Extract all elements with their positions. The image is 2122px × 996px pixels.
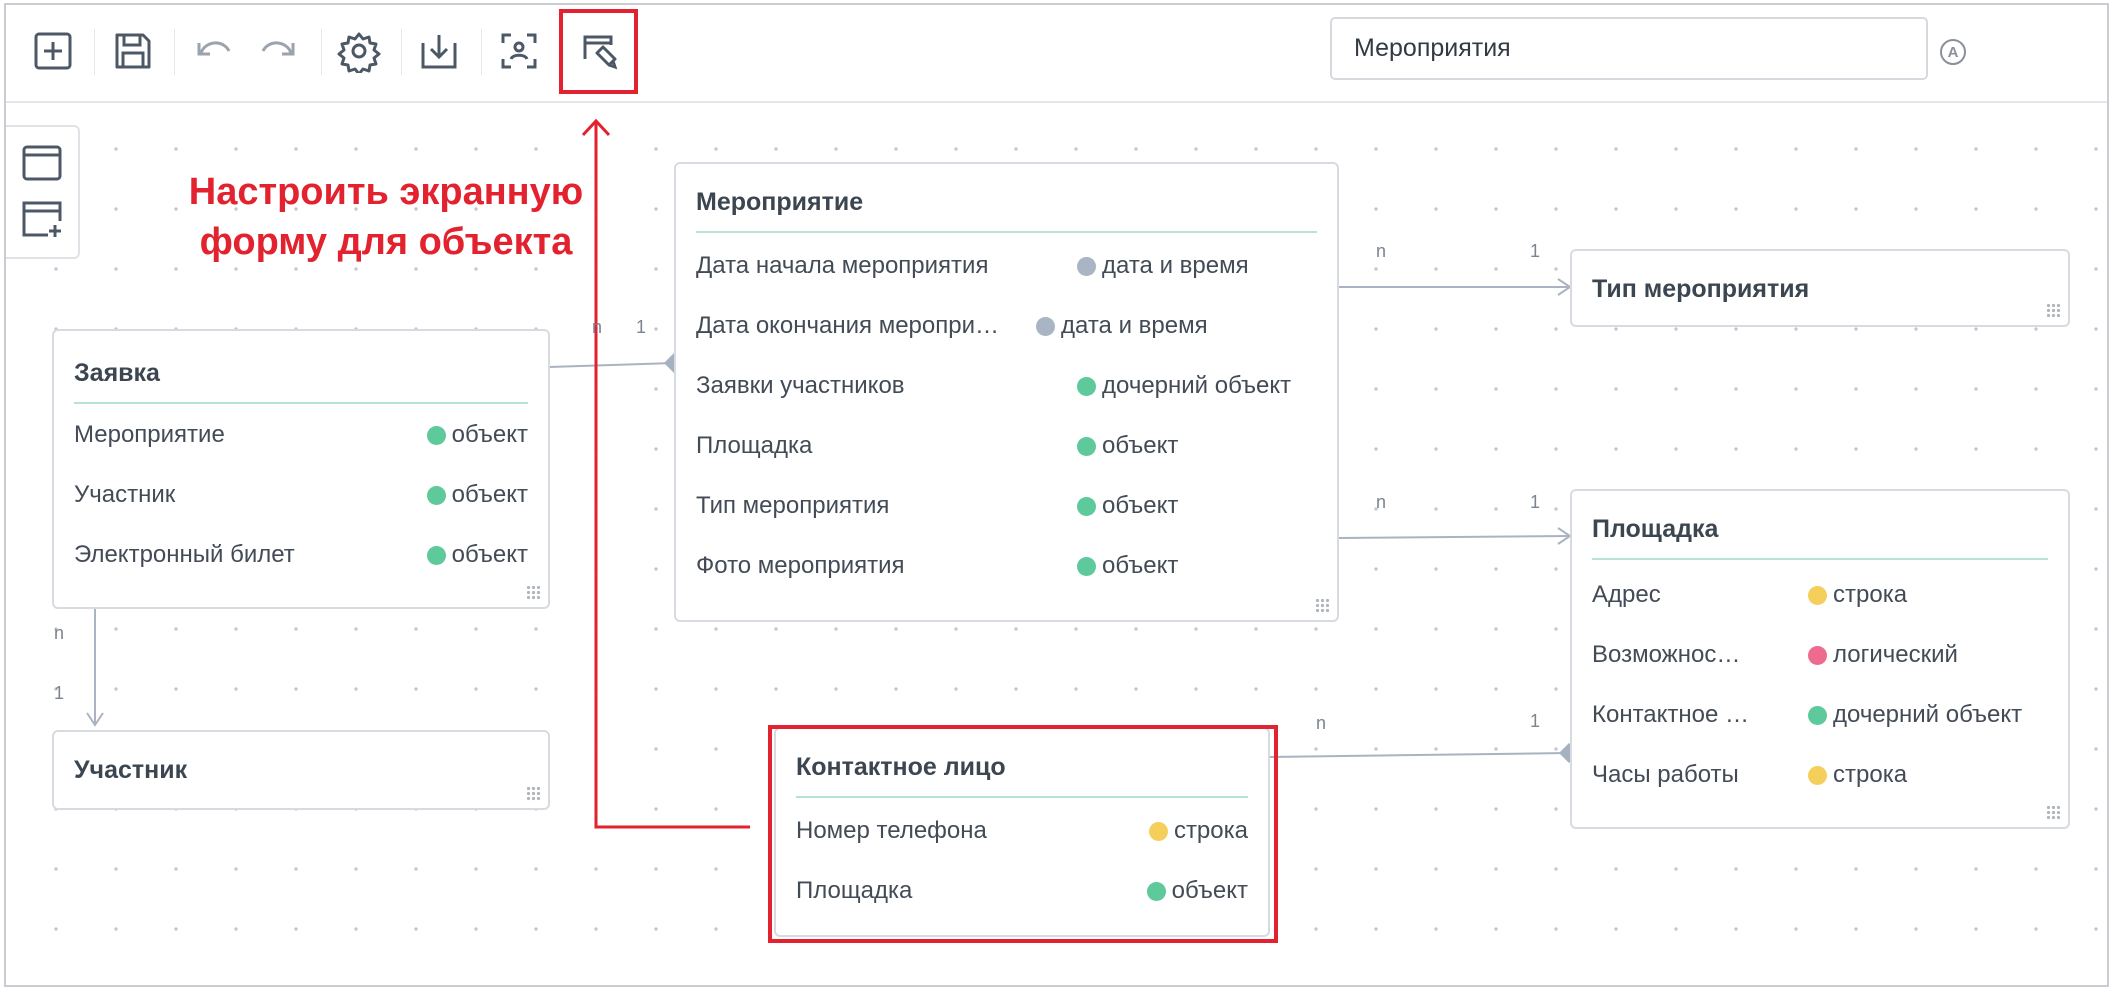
field-type: строка — [1808, 581, 2048, 609]
field-type: дочерний объект — [1808, 701, 2048, 729]
rel-zayavka-uchastnik-to: 1 — [54, 683, 65, 703]
callout-line-1: Настроить экранную — [188, 171, 584, 213]
field-name: Контактное … — [1592, 701, 1750, 728]
field-name: Часы работы — [1592, 761, 1739, 788]
type-dot — [1077, 376, 1096, 396]
type-dot — [1077, 436, 1096, 456]
field-row[interactable]: Контактное … дочерний объект — [1592, 695, 2048, 735]
field-name: Заявки участников — [696, 372, 905, 399]
field-row[interactable]: Заявки участников дочерний объект — [696, 366, 1317, 406]
entity-title: Заявка — [74, 359, 528, 404]
field-row[interactable]: Участник объект — [74, 475, 528, 515]
field-type-label: объект — [451, 421, 528, 448]
field-type-label: строка — [1833, 761, 1908, 788]
type-dot — [1808, 585, 1827, 605]
type-dot — [1077, 256, 1096, 276]
entity-card-zayavka[interactable]: Заявка Мероприятие объект Участник объек… — [52, 329, 550, 609]
type-dot — [1077, 496, 1096, 516]
resize-handle[interactable] — [526, 786, 542, 802]
type-dot — [1808, 645, 1827, 665]
field-type: дата и время — [1077, 252, 1317, 280]
field-row[interactable]: Электронный билет объект — [74, 535, 528, 575]
field-row[interactable]: Фото мероприятия объект — [696, 546, 1317, 586]
callout-text: Настроить экранную форму для объекта — [166, 167, 606, 267]
resize-handle[interactable] — [2046, 303, 2062, 319]
rel-kontakt-ploshchadka-from: n — [1316, 713, 1327, 733]
type-dot — [1808, 705, 1827, 725]
field-name: Возможнос… — [1592, 641, 1741, 668]
rel-zayavka-meropriyatie-from: n — [592, 317, 603, 337]
field-name: Фото мероприятия — [696, 552, 905, 579]
field-type: строка — [1808, 761, 2048, 789]
field-type-label: объект — [451, 541, 528, 568]
rel-zayavka-meropriyatie-to: 1 — [636, 317, 647, 337]
type-dot — [426, 545, 446, 565]
entity-title: Участник — [74, 756, 188, 784]
field-type: логический — [1808, 641, 2048, 669]
field-type: объект — [1077, 432, 1317, 460]
entity-card-ploshchadka[interactable]: Площадка Адрес строка Возможнос… логичес… — [1570, 489, 2070, 829]
field-name: Площадка — [696, 432, 813, 459]
rel-meropriyatie-ploshchadka-to: 1 — [1530, 492, 1541, 512]
field-type-label: дата и время — [1102, 252, 1249, 279]
field-type-label: объект — [451, 481, 528, 508]
type-dot — [426, 485, 446, 505]
field-type-label: дата и время — [1061, 312, 1208, 339]
type-dot — [1036, 316, 1055, 336]
entity-title: Мероприятие — [696, 188, 1317, 233]
field-type: объект — [426, 481, 528, 509]
field-type-label: объект — [1102, 492, 1179, 519]
field-row[interactable]: Возможнос… логический — [1592, 635, 2048, 675]
field-type-label: логический — [1833, 641, 1958, 668]
field-name: Электронный билет — [74, 541, 295, 568]
field-name: Адрес — [1592, 581, 1661, 608]
field-name: Дата окончания меропри… — [696, 312, 999, 339]
rel-zayavka-uchastnik-from: n — [54, 623, 65, 643]
entity-card-uchastnik[interactable]: Участник — [52, 730, 550, 810]
entity-card-tip-meropriyatiya[interactable]: Тип мероприятия — [1570, 249, 2070, 327]
field-row[interactable]: Тип мероприятия объект — [696, 486, 1317, 526]
resize-handle[interactable] — [526, 585, 542, 601]
entity-title: Площадка — [1592, 515, 2048, 560]
rel-meropriyatie-ploshchadka-from: n — [1376, 492, 1387, 512]
rel-meropriyatie-tip-to: 1 — [1530, 241, 1541, 261]
rel-meropriyatie-tip-from: n — [1376, 241, 1387, 261]
field-name: Участник — [74, 481, 176, 508]
field-row[interactable]: Часы работы строка — [1592, 755, 2048, 795]
field-row[interactable]: Площадка объект — [696, 426, 1317, 466]
field-type: дата и время — [1036, 312, 1276, 340]
field-name: Дата начала мероприятия — [696, 252, 989, 279]
field-type-label: объект — [1102, 432, 1179, 459]
field-type-label: объект — [1102, 552, 1179, 579]
field-type-label: дочерний объект — [1102, 372, 1292, 399]
field-row[interactable]: Дата начала мероприятия дата и время — [696, 246, 1317, 286]
entity-card-meropriyatie[interactable]: Мероприятие Дата начала мероприятия дата… — [674, 162, 1339, 622]
type-dot — [1808, 765, 1827, 785]
field-name: Тип мероприятия — [696, 492, 890, 519]
type-dot — [1077, 556, 1096, 576]
field-type: объект — [1077, 552, 1317, 580]
field-row[interactable]: Мероприятие объект — [74, 415, 528, 455]
field-name: Мероприятие — [74, 421, 225, 448]
highlight-box-kontakt — [768, 725, 1278, 943]
field-row[interactable]: Дата окончания меропри… дата и время — [696, 306, 1317, 346]
field-type-label: строка — [1833, 581, 1908, 608]
resize-handle[interactable] — [1315, 598, 1331, 614]
editor-frame: Мероприятия A n 1 n 1 n 1 n 1 n 1 Настро… — [4, 3, 2109, 987]
type-dot — [426, 425, 446, 445]
field-type-label: дочерний объект — [1833, 701, 2023, 728]
entity-title: Тип мероприятия — [1592, 275, 1810, 303]
field-type: объект — [1077, 492, 1317, 520]
field-type: объект — [426, 541, 528, 569]
field-type: дочерний объект — [1077, 372, 1317, 400]
field-type: объект — [426, 421, 528, 449]
field-row[interactable]: Адрес строка — [1592, 575, 2048, 615]
callout-line-2: форму для объекта — [199, 221, 573, 263]
rel-kontakt-ploshchadka-to: 1 — [1530, 711, 1541, 731]
resize-handle[interactable] — [2046, 805, 2062, 821]
